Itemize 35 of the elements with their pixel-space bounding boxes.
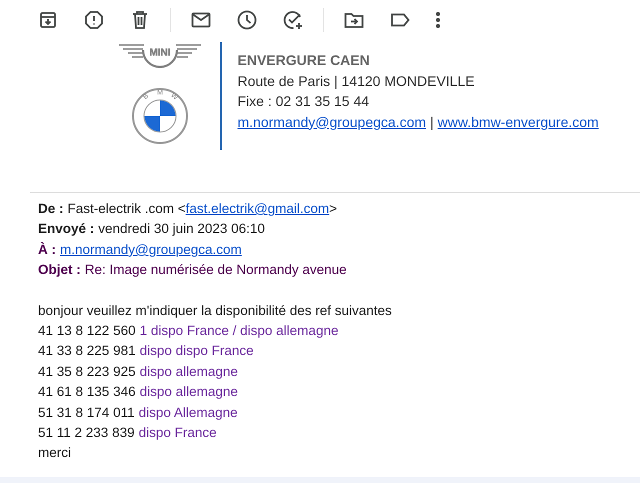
email-link[interactable]: fast.electrik@gmail.com (186, 199, 330, 220)
availability-note: 1 dispo France / dispo allemagne (140, 322, 338, 340)
field-value: > (329, 200, 338, 218)
availability-note: dispo allemagne (140, 383, 238, 402)
field-label: À : (38, 240, 56, 259)
greeting-text: bonjour veuillez m'indiquer la disponibilité des ref suivantes (38, 302, 393, 320)
separator-text: | (430, 112, 434, 132)
clock-icon[interactable] (235, 8, 259, 32)
reference-number: 41 33 8 225 981 (38, 342, 136, 360)
reference-number: 51 11 2 233 839 (38, 424, 135, 442)
email-link[interactable]: m.normandy@groupegca.com (238, 112, 426, 132)
availability-note: dispo allemagne (140, 362, 238, 381)
winged-logo: MINI (118, 43, 202, 73)
reference-number: 51 31 8 174 011 (38, 404, 135, 422)
more-options-icon[interactable] (434, 10, 442, 30)
reference-number: 41 61 8 135 346 (38, 383, 136, 402)
email-link[interactable]: m.normandy@groupegca.com (60, 240, 242, 260)
field-value: Fast-electrik .com < (68, 200, 186, 218)
field-label: Objet : (38, 261, 81, 280)
field-label: De : (38, 200, 64, 218)
availability-note: dispo France (138, 424, 217, 442)
availability-note: dispo dispo France (140, 342, 254, 360)
field-label: Envoyé : (38, 220, 94, 238)
address-text: Route de Paris | 14120 MONDEVILLE (238, 72, 476, 91)
phone-text: Fixe : 02 31 35 15 44 (238, 92, 370, 111)
add-task-icon[interactable] (281, 8, 305, 32)
field-value: vendredi 30 juin 2023 06:10 (98, 220, 265, 238)
reference-number: 41 13 8 122 560 (38, 322, 136, 340)
company-name: ENVERGURE CAEN (238, 51, 371, 70)
report-spam-icon[interactable] (82, 8, 106, 32)
reference-number: 41 35 8 223 925 (38, 362, 136, 381)
field-value: Re: Image numérisée de Normandy avenue (84, 261, 347, 280)
availability-note: dispo Allemagne (138, 404, 238, 422)
website-link[interactable]: www.bmw-envergure.com (438, 112, 599, 132)
closing-text: merci (38, 444, 72, 462)
